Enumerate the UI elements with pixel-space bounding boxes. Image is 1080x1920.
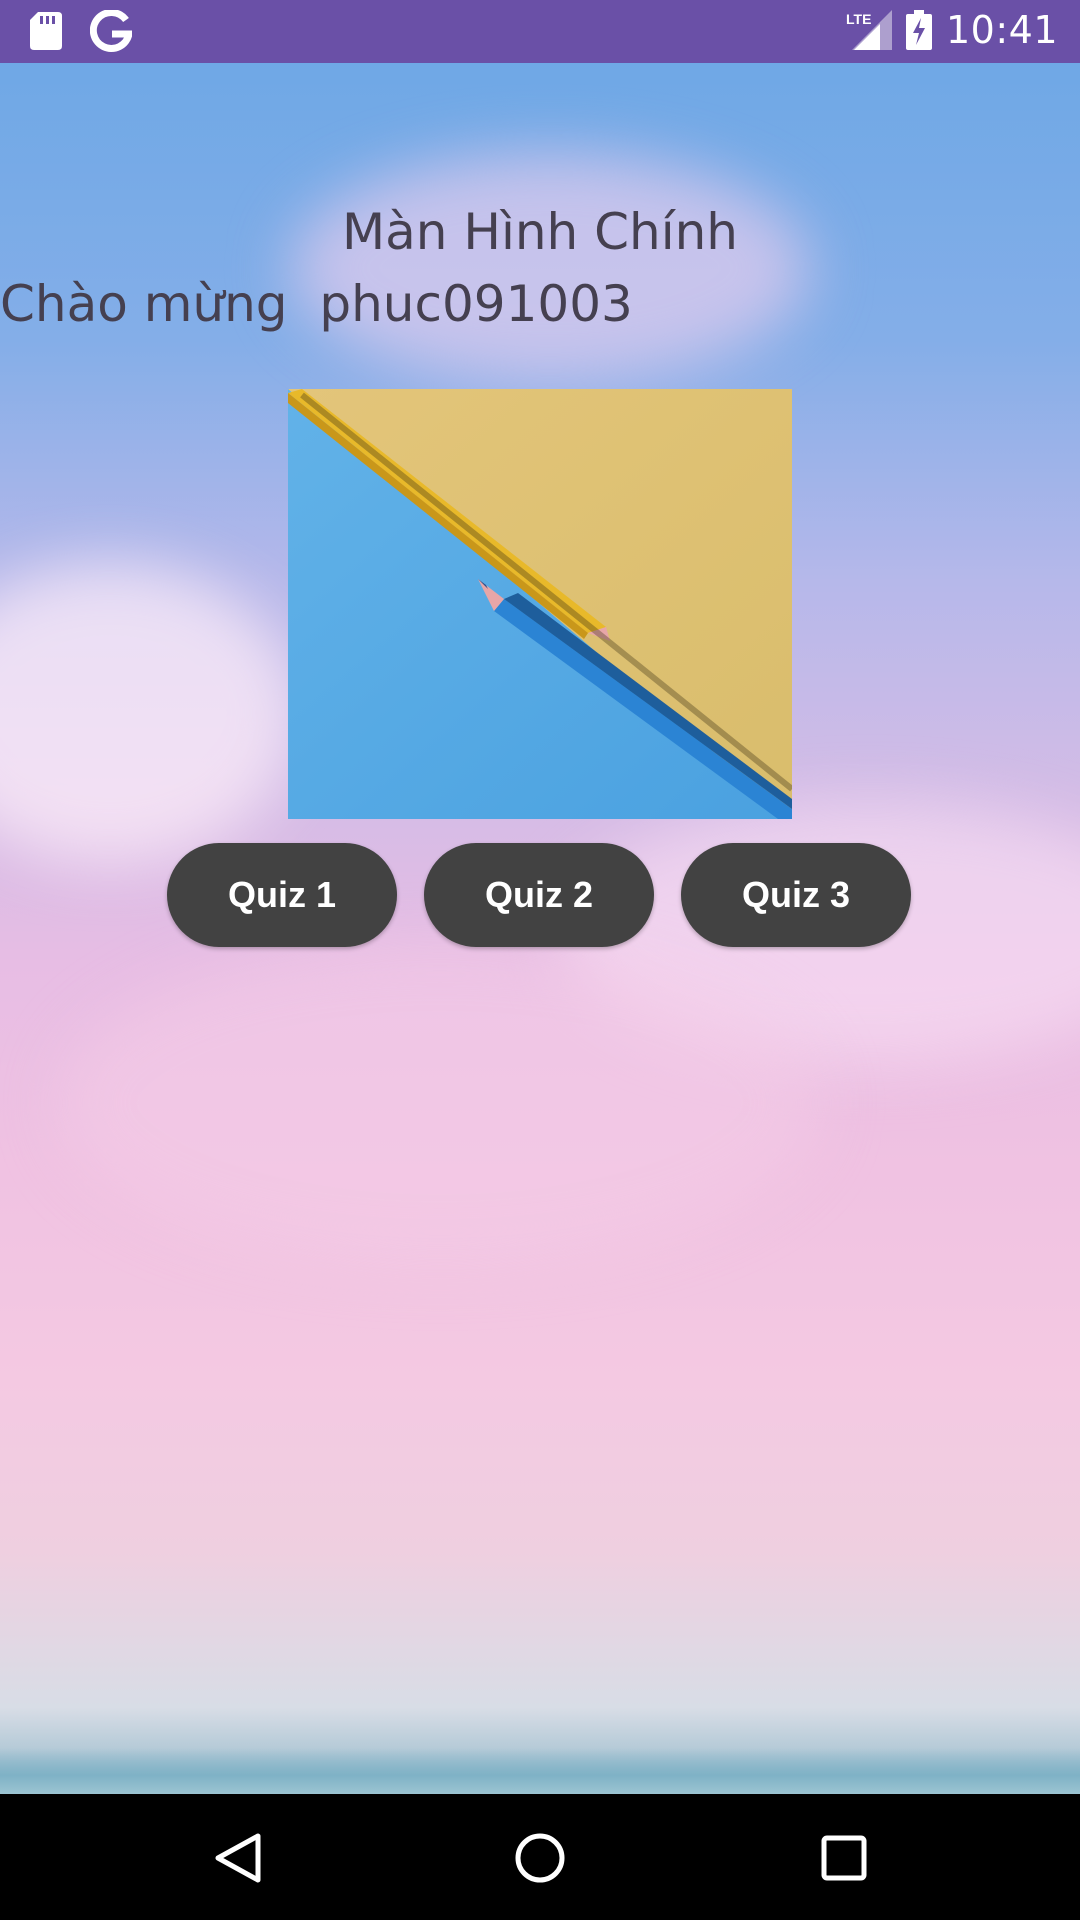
sd-card-icon [30, 12, 62, 50]
network-type: LTE [846, 11, 871, 27]
background-horizon [0, 1748, 1080, 1794]
quiz-3-button[interactable]: Quiz 3 [681, 843, 911, 947]
status-bar: LTE 10:41 [0, 0, 1080, 63]
back-icon[interactable] [212, 1832, 264, 1884]
main-screen: Màn Hình Chính Chào mừng phuc091003 Quiz… [0, 63, 1080, 1794]
quiz-button-row: Quiz 1 Quiz 2 Quiz 3 [167, 843, 911, 947]
quiz-2-button[interactable]: Quiz 2 [424, 843, 654, 947]
background-cloud [60, 943, 820, 1263]
clock: 10:41 [945, 8, 1058, 52]
status-right: LTE 10:41 [846, 8, 1058, 52]
pencils-image [288, 389, 792, 819]
battery-charging-icon [905, 10, 932, 50]
navigation-bar [0, 1794, 1080, 1920]
recents-icon[interactable] [818, 1832, 870, 1884]
signal-icon: LTE [846, 10, 892, 50]
quiz-1-button[interactable]: Quiz 1 [167, 843, 397, 947]
google-icon [90, 10, 132, 52]
status-left [30, 10, 132, 52]
home-icon[interactable] [514, 1832, 566, 1884]
page-title: Màn Hình Chính [342, 203, 738, 261]
background-cloud [290, 153, 810, 383]
welcome-text: Chào mừng phuc091003 [0, 275, 633, 333]
background-cloud [0, 563, 300, 863]
